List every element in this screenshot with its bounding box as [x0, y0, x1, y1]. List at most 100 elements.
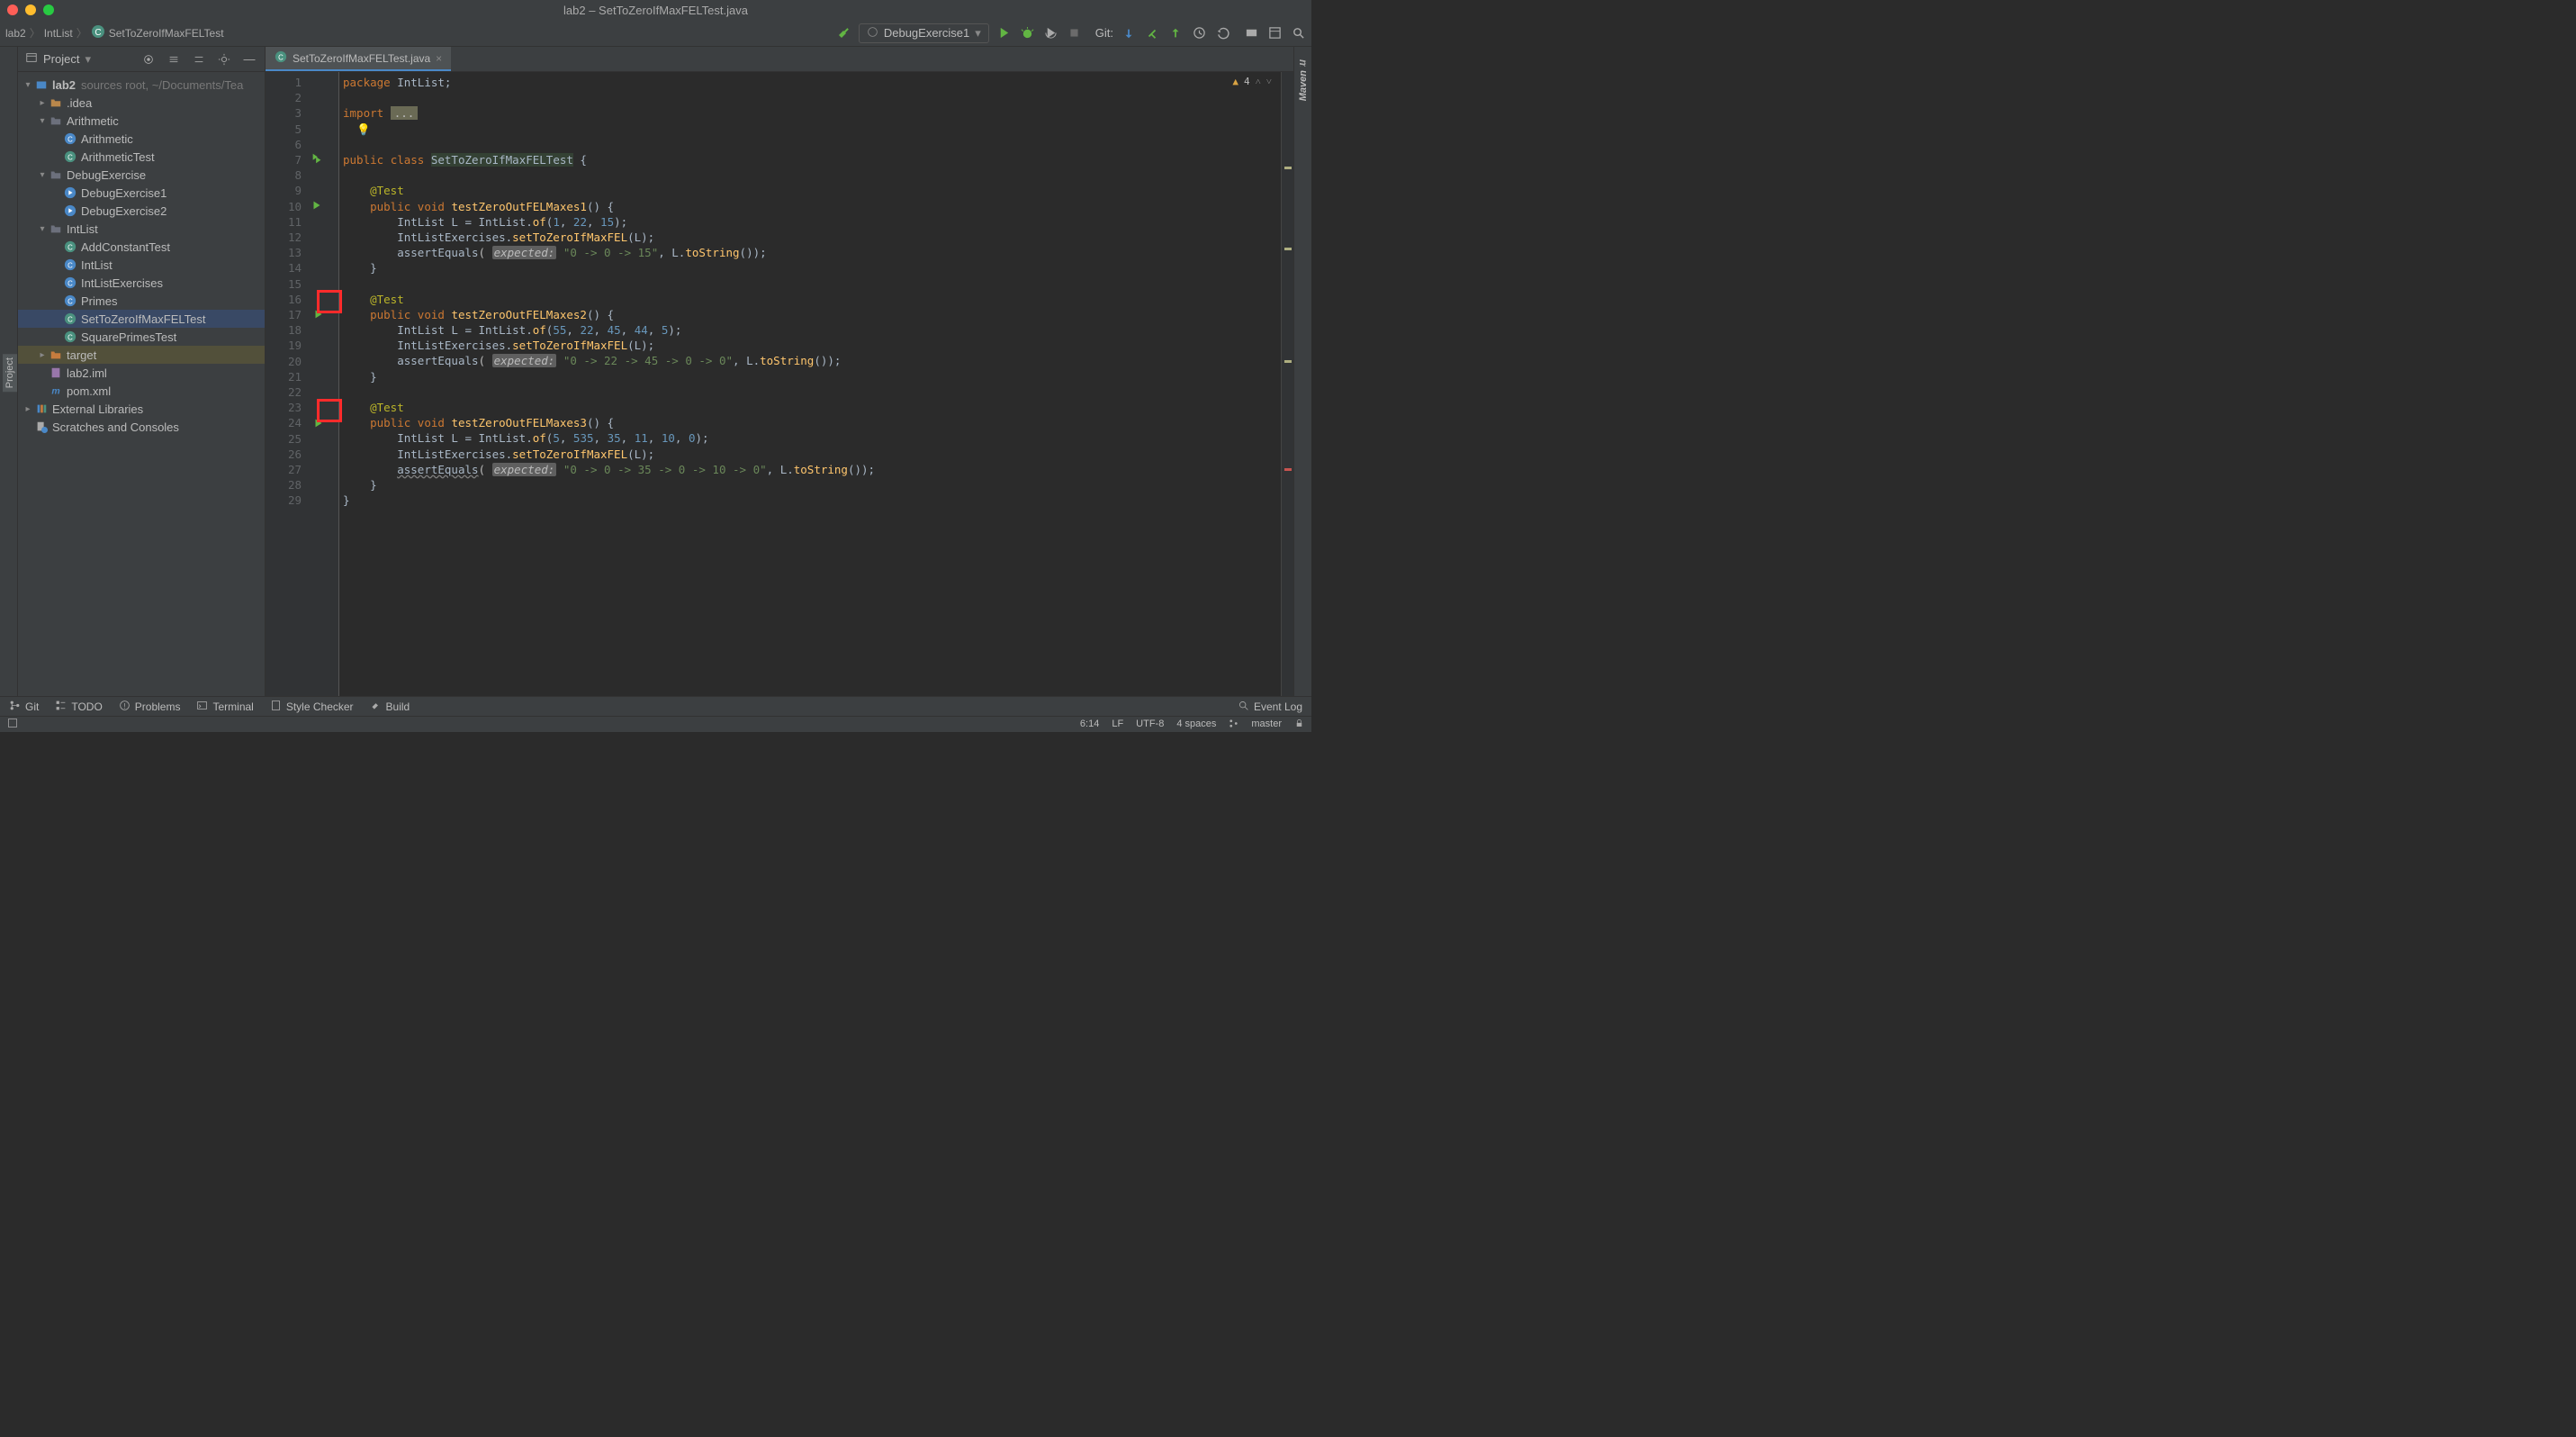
hammer-icon [370, 700, 382, 714]
history-icon[interactable] [1191, 25, 1207, 41]
gear-icon[interactable] [216, 51, 232, 68]
collapse-all-icon[interactable] [191, 51, 207, 68]
code-token: IntListExercises. [397, 447, 512, 461]
tool-build[interactable]: Build [370, 700, 410, 714]
breadcrumb-pkg[interactable]: IntList [44, 27, 73, 40]
run-class-icon[interactable] [311, 152, 323, 165]
editor-tab[interactable]: C SetToZeroIfMaxFELTest.java × [266, 47, 451, 71]
tree-intlist-cls[interactable]: CIntList [18, 256, 265, 274]
status-branch[interactable]: master [1251, 718, 1282, 731]
chevron-down-icon: ▾ [85, 52, 91, 67]
folded-region[interactable]: ... [391, 106, 419, 120]
code-token: , [560, 431, 573, 445]
libraries-icon [34, 402, 49, 416]
stripe-warning[interactable] [1284, 167, 1292, 169]
status-encoding[interactable]: UTF-8 [1136, 718, 1164, 731]
ide-gear-icon[interactable] [1243, 25, 1259, 41]
class-icon: C [63, 294, 77, 308]
error-stripe[interactable] [1281, 72, 1293, 696]
branch-icon [9, 700, 21, 714]
debug-button[interactable] [1020, 25, 1036, 41]
tree-dbg2[interactable]: DebugExercise2 [18, 202, 265, 220]
lock-icon[interactable] [1294, 718, 1304, 731]
tree-intlist-ex[interactable]: CIntListExercises [18, 274, 265, 292]
status-position[interactable]: 6:14 [1080, 718, 1099, 731]
annotation-highlight-box [317, 290, 342, 313]
hide-icon[interactable]: — [241, 51, 257, 68]
chevron-down-icon: ▾ [36, 116, 49, 126]
tree-intlist[interactable]: ▾IntList [18, 220, 265, 238]
tool-terminal[interactable]: Terminal [196, 700, 253, 714]
run-config-selector[interactable]: DebugExercise1 ▾ [859, 23, 989, 43]
breadcrumb-root[interactable]: lab2 [5, 27, 26, 40]
project-tool-title[interactable]: Project [43, 52, 79, 66]
test-class-icon: C [63, 330, 77, 344]
close-icon[interactable]: × [436, 52, 442, 65]
tool-label: Git [25, 700, 39, 713]
tree-szmax[interactable]: CSetToZeroIfMaxFELTest [18, 310, 265, 328]
close-window-button[interactable] [7, 5, 18, 15]
tool-todo[interactable]: TODO [55, 700, 102, 714]
inspection-widget[interactable]: ▲ 4 ˄ ˅ [1232, 76, 1272, 87]
tree-dbg1[interactable]: DebugExercise1 [18, 184, 265, 202]
tree-debug[interactable]: ▾DebugExercise [18, 166, 265, 184]
tree-arithmetic-cls[interactable]: CArithmetic [18, 130, 265, 148]
tree-label: DebugExercise1 [81, 186, 167, 200]
status-indent[interactable]: 4 spaces [1176, 718, 1216, 731]
tool-project[interactable]: Project [3, 354, 17, 392]
tool-windows-icon[interactable] [7, 718, 18, 731]
tree-primes[interactable]: CPrimes [18, 292, 265, 310]
tool-git[interactable]: Git [9, 700, 39, 714]
vcs-commit-icon[interactable] [1144, 25, 1160, 41]
tool-style-checker[interactable]: Style Checker [270, 700, 354, 714]
search-everywhere-icon[interactable] [1290, 25, 1306, 41]
tree-arithmetic-test[interactable]: CArithmeticTest [18, 148, 265, 166]
run-button[interactable] [996, 25, 1013, 41]
minimize-window-button[interactable] [25, 5, 36, 15]
status-line-ending[interactable]: LF [1112, 718, 1123, 731]
code-content[interactable]: package IntList; import ... 💡 public cla… [339, 72, 1281, 696]
code-token: assertEquals [397, 246, 478, 259]
tree-addconst[interactable]: CAddConstantTest [18, 238, 265, 256]
layout-icon[interactable] [1266, 25, 1283, 41]
tree-scratch[interactable]: Scratches and Consoles [18, 418, 265, 436]
code-token: "0 -> 0 -> 35 -> 0 -> 10 -> 0" [563, 463, 767, 476]
tree-target[interactable]: ▸target [18, 346, 265, 364]
stripe-warning[interactable] [1284, 248, 1292, 250]
code-editor[interactable]: ▲ 4 ˄ ˅ 12356789101112131415161718192021… [266, 72, 1293, 696]
tool-maven[interactable]: Maven [1296, 67, 1311, 104]
tree-sqprime[interactable]: CSquarePrimesTest [18, 328, 265, 346]
run-test-icon[interactable] [311, 199, 323, 212]
editor-area: C SetToZeroIfMaxFELTest.java × ▲ 4 ˄ ˅ 1… [266, 47, 1293, 696]
vcs-update-icon[interactable] [1121, 25, 1137, 41]
chevron-down-icon[interactable]: ˅ [1266, 76, 1272, 87]
tool-problems[interactable]: !Problems [119, 700, 181, 714]
tree-iml[interactable]: lab2.iml [18, 364, 265, 382]
chevron-up-icon[interactable]: ˄ [1256, 76, 1261, 87]
stop-button[interactable] [1067, 25, 1083, 41]
tool-event-log[interactable]: Event Log [1238, 700, 1302, 714]
stripe-error[interactable] [1284, 468, 1292, 471]
breadcrumb-class[interactable]: SetToZeroIfMaxFELTest [109, 27, 224, 40]
tree-arithmetic[interactable]: ▾Arithmetic [18, 112, 265, 130]
vcs-push-icon[interactable] [1167, 25, 1184, 41]
maximize-window-button[interactable] [43, 5, 54, 15]
coverage-button[interactable] [1043, 25, 1059, 41]
tree-pom[interactable]: mpom.xml [18, 382, 265, 400]
expand-all-icon[interactable] [166, 51, 182, 68]
code-token: , L. [733, 354, 760, 367]
stripe-warning[interactable] [1284, 360, 1292, 363]
code-token: public [370, 200, 410, 213]
select-opened-icon[interactable] [140, 51, 157, 68]
tree-ext[interactable]: ▸External Libraries [18, 400, 265, 418]
package-icon [49, 167, 63, 182]
tree-root[interactable]: ▾ lab2 sources root, ~/Documents/Tea [18, 76, 265, 94]
tree-idea[interactable]: ▸.idea [18, 94, 265, 112]
maven-icon: m [1297, 54, 1310, 67]
rollback-icon[interactable] [1214, 25, 1230, 41]
tool-label: TODO [71, 700, 102, 713]
intention-bulb-icon[interactable]: 💡 [356, 122, 371, 136]
code-token: @Test [370, 184, 404, 197]
build-hammer-icon[interactable] [835, 25, 851, 41]
project-tree[interactable]: ▾ lab2 sources root, ~/Documents/Tea ▸.i… [18, 72, 265, 696]
